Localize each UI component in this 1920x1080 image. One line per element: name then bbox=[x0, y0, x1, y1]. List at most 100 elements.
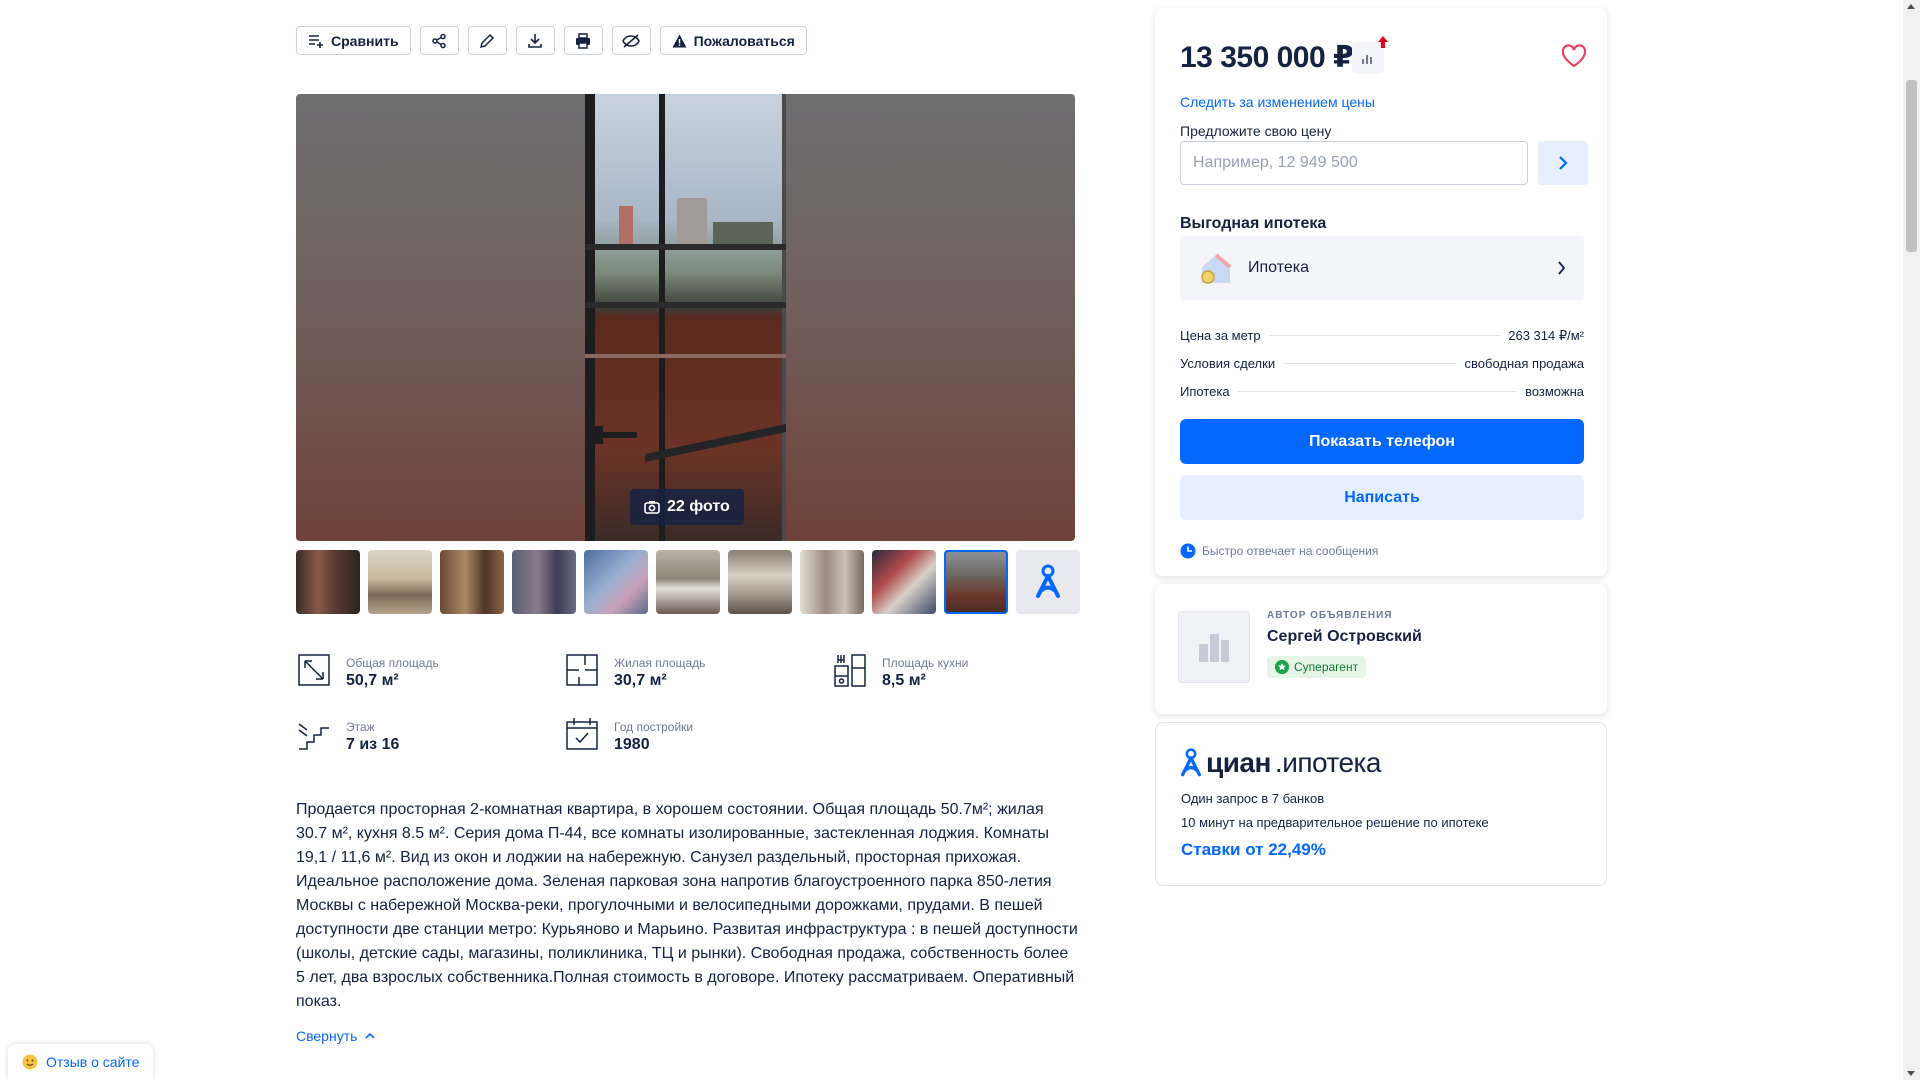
photo-thumbnail[interactable] bbox=[872, 550, 936, 614]
stairs-icon bbox=[298, 723, 329, 750]
collapse-label: Свернуть bbox=[296, 1028, 358, 1044]
chevron-up-icon bbox=[365, 1033, 375, 1039]
feature-label: Жилая площадь bbox=[614, 656, 706, 670]
feature-value: 50,7 м² bbox=[346, 672, 399, 689]
fast-reply-label: Быстро отвечает на сообщения bbox=[1202, 544, 1379, 558]
area-icon bbox=[298, 654, 330, 686]
write-message-button[interactable]: Написать bbox=[1180, 475, 1584, 520]
photo-thumbnail[interactable] bbox=[512, 550, 576, 614]
ipoteka-line-1: Один запрос в 7 банков bbox=[1181, 791, 1325, 806]
photo-thumbnail[interactable] bbox=[656, 550, 720, 614]
cian-brand-sub: .ипотека bbox=[1274, 747, 1382, 778]
feature-label: Площадь кухни bbox=[882, 656, 969, 670]
fact-row: Условия сделки свободная продажа bbox=[1180, 356, 1584, 384]
page-scrollbar[interactable] bbox=[1903, 0, 1920, 1080]
offer-price-label: Предложите свою цену bbox=[1180, 123, 1332, 139]
feature-build-year: Год постройки 1980 bbox=[564, 716, 693, 754]
price-up-icon bbox=[1378, 36, 1388, 48]
favorite-button[interactable] bbox=[1561, 44, 1587, 73]
mortgage-title: Выгодная ипотека bbox=[1180, 215, 1327, 232]
smile-icon bbox=[22, 1054, 38, 1070]
mortgage-option-label: Ипотека bbox=[1248, 259, 1310, 276]
photo-thumbnail[interactable] bbox=[800, 550, 864, 614]
site-feedback-button[interactable]: Отзыв о сайте bbox=[8, 1044, 154, 1080]
feature-label: Год постройки bbox=[614, 720, 694, 734]
ipoteka-rate-link[interactable]: Ставки от 22,49% bbox=[1181, 840, 1326, 860]
superagent-label: Суперагент bbox=[1294, 660, 1359, 674]
compare-button[interactable]: Сравнить bbox=[296, 26, 411, 55]
feature-value: 7 из 16 bbox=[346, 736, 400, 753]
fact-value: свободная продажа bbox=[1464, 356, 1584, 371]
share-icon bbox=[432, 33, 446, 48]
heart-icon bbox=[1561, 44, 1587, 68]
superagent-badge: Суперагент bbox=[1267, 656, 1367, 678]
scroll-up-arrow[interactable] bbox=[1907, 4, 1915, 9]
download-icon bbox=[528, 33, 542, 48]
star-badge-icon bbox=[1275, 660, 1289, 674]
clock-icon bbox=[1180, 543, 1196, 559]
fact-key: Условия сделки bbox=[1180, 356, 1276, 371]
offer-price-input[interactable] bbox=[1180, 141, 1528, 185]
feature-living-area: Жилая площадь 30,7 м² bbox=[564, 652, 705, 690]
hide-button[interactable] bbox=[611, 26, 651, 55]
print-icon bbox=[576, 32, 591, 49]
price-chart-icon bbox=[1362, 55, 1372, 64]
main-photo-gallery[interactable]: 22 фото bbox=[296, 94, 1075, 541]
scrollbar-thumb[interactable] bbox=[1906, 80, 1917, 252]
listing-description: Продается просторная 2-комнатная квартир… bbox=[296, 801, 1078, 1010]
price-facts: Цена за метр 263 314 ₽/м² Условия сделки с… bbox=[1180, 328, 1584, 412]
photo-thumbnails bbox=[296, 550, 1080, 614]
fact-value: 263 314 ₽/м² bbox=[1508, 328, 1584, 343]
author-name[interactable]: Сергей Островский bbox=[1267, 628, 1422, 646]
photo-thumbnail[interactable] bbox=[296, 550, 360, 614]
photo-thumbnail-active[interactable] bbox=[944, 550, 1008, 614]
warning-icon bbox=[672, 34, 687, 47]
chevron-right-icon bbox=[1559, 156, 1568, 170]
collapse-description-link[interactable]: Свернуть bbox=[296, 1028, 375, 1044]
compare-label: Сравнить bbox=[331, 32, 399, 49]
cian-pin-icon bbox=[1036, 564, 1060, 598]
fact-row: Ипотека возможна bbox=[1180, 384, 1584, 412]
feature-total-area: Общая площадь 50,7 м² bbox=[296, 652, 439, 690]
feature-kitchen-area: Площадь кухни 8,5 м² bbox=[832, 652, 968, 690]
cian-brand: циан bbox=[1206, 747, 1271, 778]
photo-thumbnail[interactable] bbox=[440, 550, 504, 614]
fact-value: возможна bbox=[1525, 384, 1584, 399]
photo-thumbnail[interactable] bbox=[584, 550, 648, 614]
price-card: 13 350 000 ₽ Следить за изменением цены … bbox=[1155, 8, 1607, 576]
feedback-label: Отзыв о сайте bbox=[46, 1054, 140, 1070]
author-caption: АВТОР ОБЪЯВЛЕНИЯ bbox=[1267, 610, 1393, 621]
price-history-button[interactable] bbox=[1352, 36, 1388, 74]
show-phone-button[interactable]: Показать телефон bbox=[1180, 419, 1584, 464]
author-card: АВТОР ОБЪЯВЛЕНИЯ Сергей Островский Супер… bbox=[1155, 584, 1607, 714]
camera-icon bbox=[644, 501, 660, 514]
calendar-icon bbox=[566, 718, 598, 750]
share-button[interactable] bbox=[419, 26, 459, 55]
report-label: Пожаловаться bbox=[693, 32, 795, 49]
offer-submit-button[interactable] bbox=[1538, 141, 1588, 185]
author-avatar[interactable] bbox=[1178, 611, 1250, 683]
print-button[interactable] bbox=[563, 26, 603, 55]
cian-ipoteka-promo[interactable]: циан .ипотека Один запрос в 7 банков 10 м… bbox=[1155, 722, 1607, 886]
fast-reply-note: Быстро отвечает на сообщения bbox=[1180, 543, 1378, 559]
feature-label: Общая площадь bbox=[346, 656, 439, 670]
photo-count-label: 22 фото bbox=[667, 498, 730, 515]
photo-count-badge[interactable]: 22 фото bbox=[630, 489, 744, 525]
download-button[interactable] bbox=[515, 26, 555, 55]
mortgage-option[interactable]: Ипотека bbox=[1180, 236, 1584, 300]
living-area-icon bbox=[566, 654, 598, 686]
listing-toolbar: Сравнить Пожаловаться bbox=[296, 26, 807, 55]
edit-button[interactable] bbox=[467, 26, 507, 55]
cian-ipoteka-logo: циан .ипотека bbox=[1180, 747, 1381, 779]
track-price-link[interactable]: Следить за изменением цены bbox=[1180, 94, 1375, 110]
feature-floor: Этаж 7 из 16 bbox=[296, 716, 399, 754]
cian-pin-icon bbox=[1181, 748, 1202, 777]
photo-thumbnail[interactable] bbox=[368, 550, 432, 614]
report-button[interactable]: Пожаловаться bbox=[659, 26, 807, 55]
price-value: 13 350 000 ₽ bbox=[1180, 41, 1354, 74]
edit-icon bbox=[480, 33, 495, 48]
photo-thumbnail[interactable] bbox=[728, 550, 792, 614]
scroll-down-arrow[interactable] bbox=[1907, 1071, 1915, 1076]
cian-logo-thumbnail[interactable] bbox=[1016, 550, 1080, 614]
house-coin-icon bbox=[1201, 253, 1232, 284]
